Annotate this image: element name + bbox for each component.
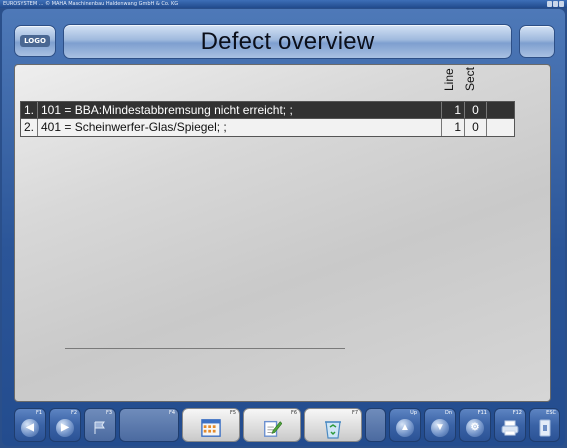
header-bar: Defect overview — [63, 24, 512, 59]
f7-label: F7 — [351, 410, 358, 416]
minimize-button[interactable] — [547, 1, 552, 7]
function-key-toolbar: F1 ◀ F2 ▶ F3 F4 F5 F6 F7 Up ▲ Dn ▼ F11 ⚙… — [14, 408, 560, 442]
table-row[interactable]: 2. 401 = Scheinwerfer-Glas/Spiegel; ; 1 … — [20, 119, 515, 137]
f6-label: F6 — [290, 410, 297, 416]
window-controls — [547, 1, 564, 7]
edit-note-icon — [262, 418, 282, 438]
line-value: 1 — [442, 119, 465, 136]
row-extra-cell — [487, 119, 514, 136]
window-titlebar: EUROSYSTEM ... © MAHA Maschinenbau Halde… — [0, 0, 567, 8]
dn-label: Dn — [444, 410, 452, 416]
f2-label: F2 — [70, 410, 77, 416]
divider — [65, 348, 345, 349]
calendar-grid-icon — [201, 418, 221, 438]
f5-label: F5 — [229, 410, 236, 416]
recycle-bin-icon — [323, 418, 343, 439]
close-button[interactable] — [559, 1, 564, 7]
f12-print-button[interactable]: F12 — [494, 408, 526, 442]
f5-calendar-button[interactable]: F5 — [182, 408, 240, 442]
defect-text: 401 = Scheinwerfer-Glas/Spiegel; ; — [38, 119, 442, 136]
f12-label: F12 — [512, 410, 522, 416]
page-title: Defect overview — [200, 27, 375, 55]
defect-text: 101 = BBA:Mindestabbremsung nicht erreic… — [38, 102, 442, 118]
sect-value: 0 — [465, 119, 487, 136]
print-icon — [500, 418, 520, 438]
gear-icon: ⚙ — [465, 418, 485, 438]
defect-list-panel: Line Sect 1. 101 = BBA:Mindestabbremsung… — [14, 64, 551, 402]
table-row[interactable]: 1. 101 = BBA:Mindestabbremsung nicht err… — [20, 101, 515, 119]
defect-table: 1. 101 = BBA:Mindestabbremsung nicht err… — [20, 101, 515, 137]
flag-icon — [90, 418, 110, 438]
down-arrow-icon: ▼ — [430, 418, 450, 438]
f1-back-button[interactable]: F1 ◀ — [14, 408, 46, 442]
f6-edit-button[interactable]: F6 — [243, 408, 301, 442]
maximize-button[interactable] — [553, 1, 558, 7]
logo-button[interactable]: LOGO — [14, 25, 56, 57]
f1-label: F1 — [35, 410, 42, 416]
logo: LOGO — [20, 35, 50, 47]
arrow-right-icon: ▶ — [55, 418, 75, 438]
f4-button[interactable]: F4 — [119, 408, 179, 442]
up-arrow-icon: ▲ — [395, 418, 415, 438]
line-value: 1 — [442, 102, 465, 118]
f3-label: F3 — [105, 410, 112, 416]
row-number: 1. — [21, 102, 38, 118]
row-number: 2. — [21, 119, 38, 136]
exit-icon — [535, 418, 555, 438]
page-down-button[interactable]: Dn ▼ — [424, 408, 456, 442]
esc-exit-button[interactable]: ESC — [529, 408, 560, 442]
f7-delete-button[interactable]: F7 — [304, 408, 362, 442]
window-title: EUROSYSTEM ... © MAHA Maschinenbau Halde… — [3, 1, 179, 7]
f2-forward-button[interactable]: F2 ▶ — [49, 408, 81, 442]
f3-button[interactable]: F3 — [84, 408, 116, 442]
header-right-button[interactable] — [519, 25, 555, 58]
column-header-sect: Sect — [463, 66, 477, 91]
column-header-line: Line — [442, 68, 456, 91]
f11-button[interactable]: F11 ⚙ — [459, 408, 491, 442]
f11-label: F11 — [477, 410, 487, 416]
esc-label: ESC — [546, 410, 556, 416]
f4-label: F4 — [168, 410, 175, 416]
arrow-left-icon: ◀ — [20, 418, 40, 438]
row-extra-cell — [487, 102, 514, 118]
up-label: Up — [410, 410, 417, 416]
page-up-button[interactable]: Up ▲ — [389, 408, 421, 442]
f8-button[interactable] — [365, 408, 386, 442]
sect-value: 0 — [465, 102, 487, 118]
